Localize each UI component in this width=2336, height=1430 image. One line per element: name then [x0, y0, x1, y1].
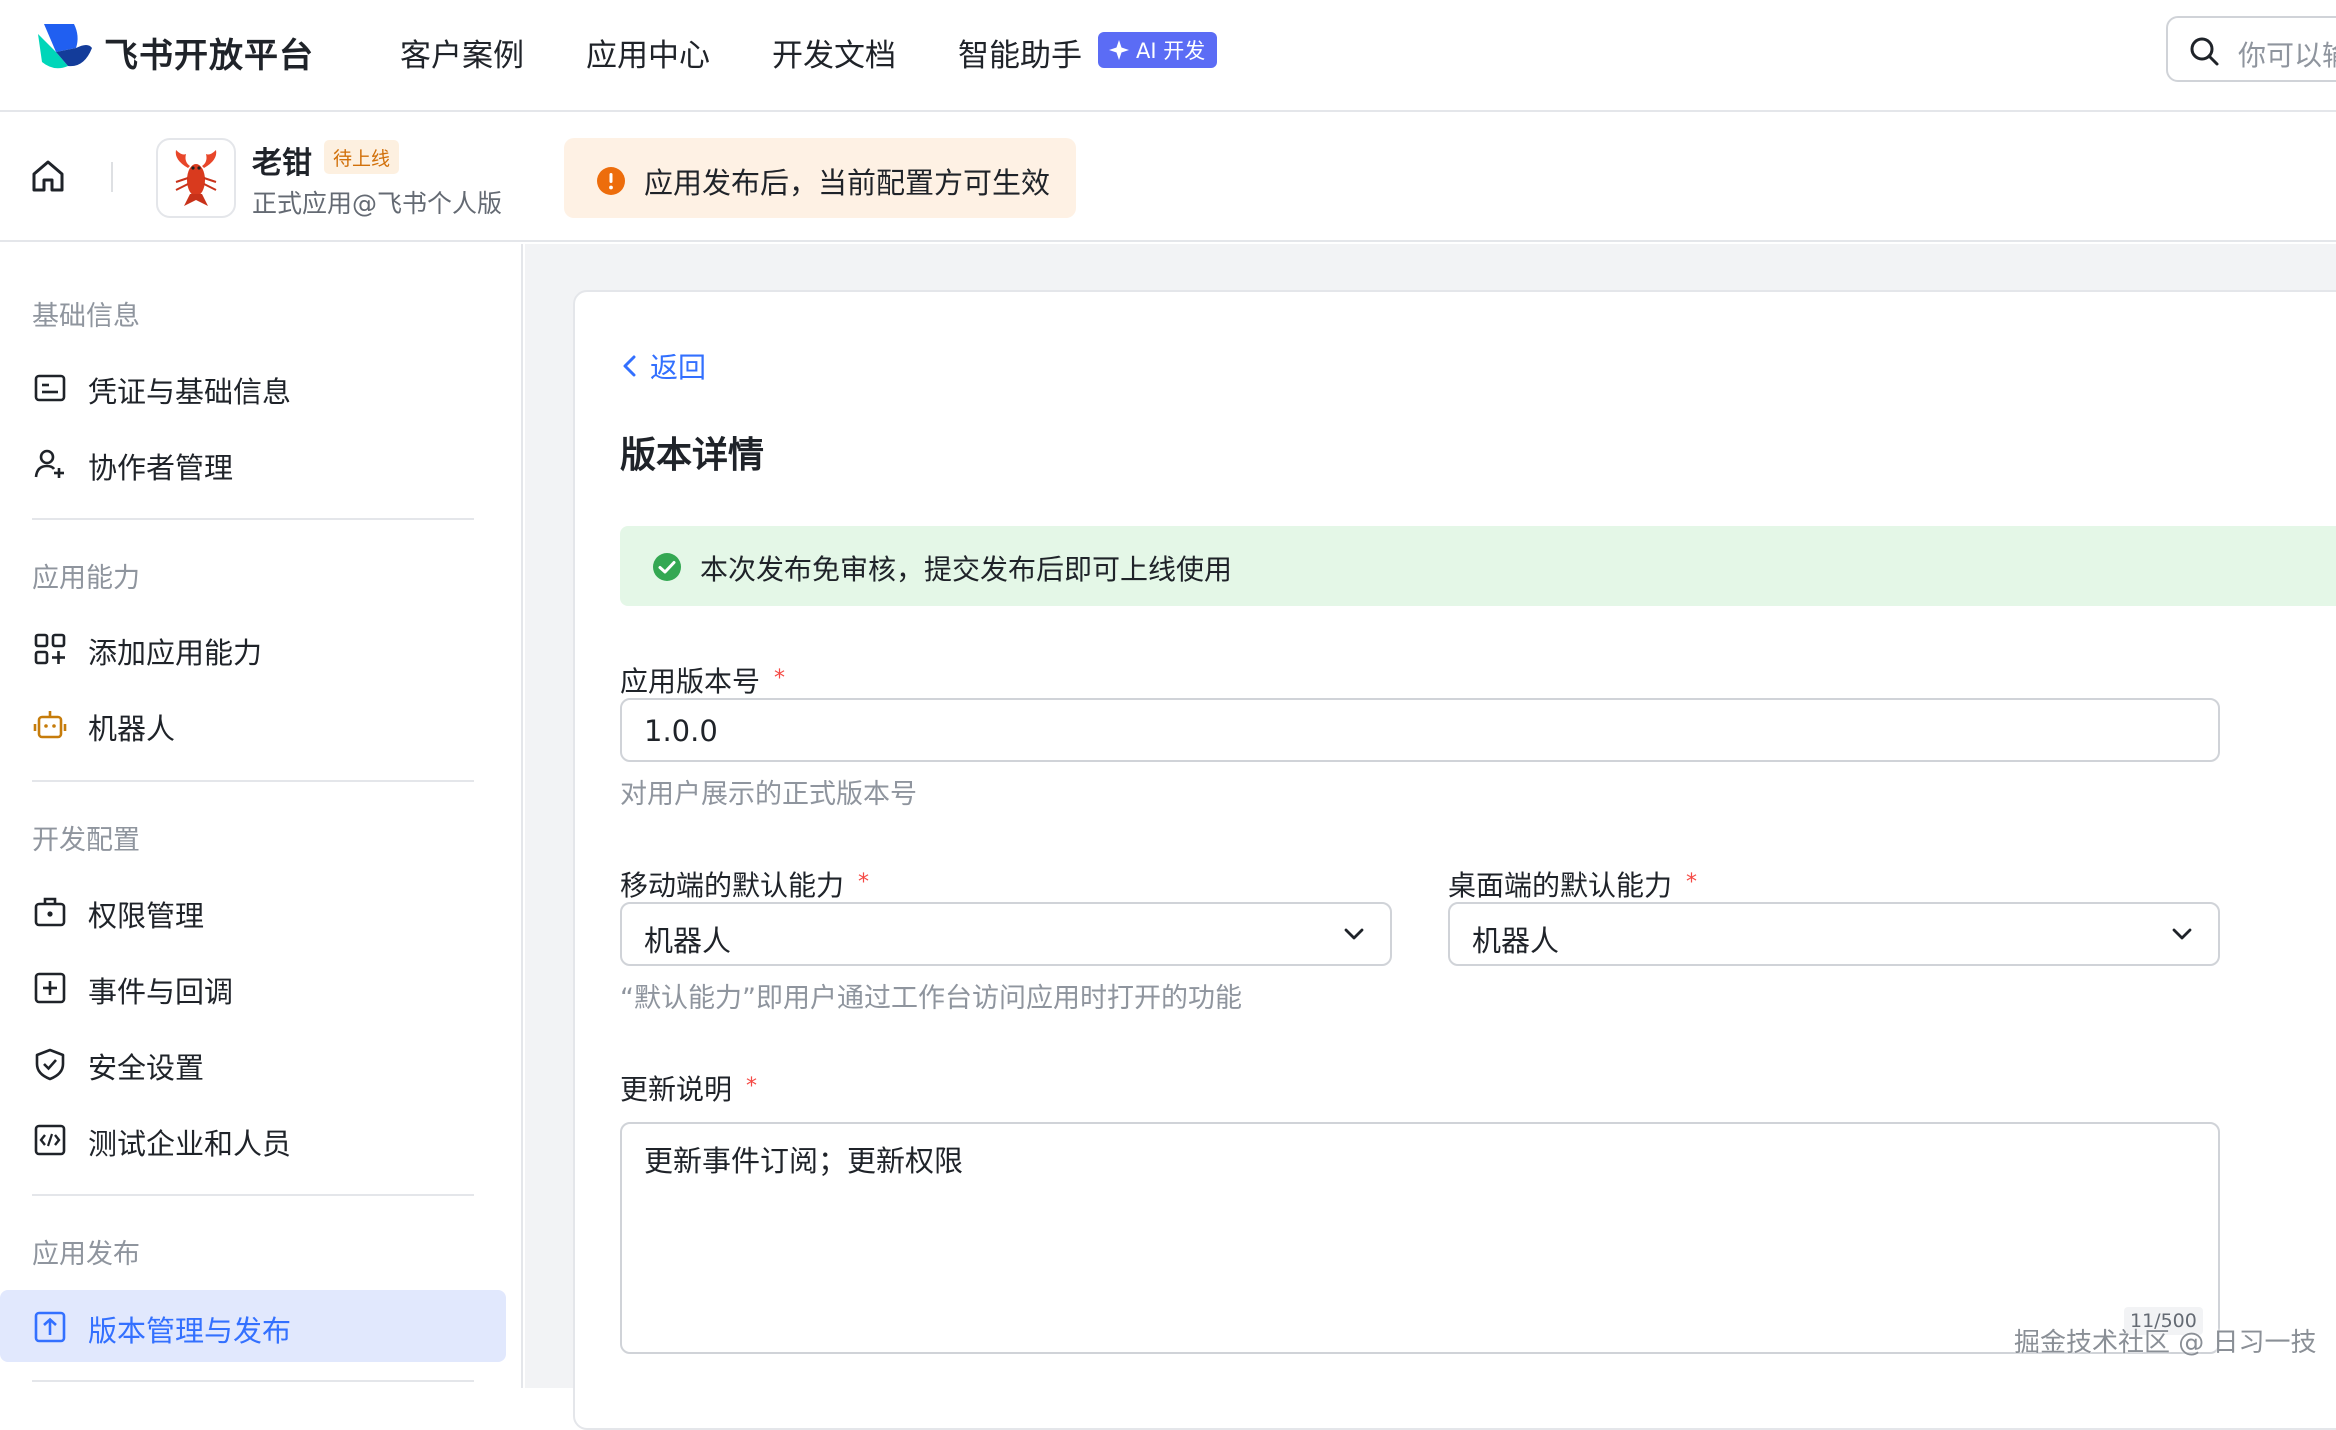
- top-navigation: 飞书开放平台 客户案例 应用中心 开发文档 智能助手 AI 开发 你可以输: [0, 0, 2336, 112]
- status-badge: 待上线: [324, 140, 400, 174]
- sidebar-section-dev-config: 开发配置: [32, 825, 140, 856]
- sidebar-item-security[interactable]: 安全设置: [0, 1027, 506, 1099]
- app-header: 老钳 待上线 正式应用@飞书个人版 应用发布后，当前配置方可生效: [0, 112, 2336, 242]
- sidebar-item-add-capability[interactable]: 添加应用能力: [0, 612, 506, 684]
- update-notes-textarea[interactable]: 更新事件订阅；更新权限: [620, 1122, 2220, 1354]
- check-circle-icon: [653, 553, 681, 581]
- nav-customer-cases[interactable]: 客户案例: [400, 30, 524, 75]
- sidebar-section-publish: 应用发布: [32, 1239, 140, 1270]
- search-placeholder: 你可以输: [2238, 39, 2336, 72]
- user-add-icon: [34, 449, 64, 478]
- version-field-label: 应用版本号 *: [620, 660, 785, 700]
- sidebar-item-events[interactable]: 事件与回调: [0, 951, 506, 1023]
- mobile-label-text: 移动端的默认能力: [620, 869, 845, 902]
- success-alert: 本次发布免审核，提交发布后即可上线使用: [620, 526, 2336, 606]
- feishu-logo-icon[interactable]: [34, 22, 94, 74]
- briefcase-lock-icon: [34, 897, 66, 927]
- sidebar-item-label: 测试企业和人员: [88, 1127, 292, 1161]
- chevron-down-icon: [1344, 928, 1364, 940]
- upload-icon: [34, 1311, 66, 1343]
- robot-icon: [33, 711, 67, 739]
- sidebar-section-capabilities: 应用能力: [32, 563, 140, 594]
- chevron-left-icon: [623, 355, 636, 377]
- sidebar-item-robot[interactable]: 机器人: [0, 688, 506, 760]
- sparkle-icon: [1109, 40, 1129, 60]
- notes-label-text: 更新说明: [620, 1073, 733, 1106]
- sidebar-item-version-publish[interactable]: 版本管理与发布: [0, 1290, 506, 1362]
- version-hint: 对用户展示的正式版本号: [620, 779, 917, 810]
- sidebar-item-label: 机器人: [88, 712, 176, 746]
- lobster-icon: [175, 150, 217, 206]
- back-label: 返回: [650, 351, 707, 384]
- sidebar-section-basic: 基础信息: [32, 301, 140, 332]
- sidebar-item-credentials[interactable]: 凭证与基础信息: [0, 351, 506, 423]
- app-avatar[interactable]: [156, 138, 236, 218]
- mobile-field-label: 移动端的默认能力 *: [620, 864, 869, 904]
- apps-add-icon: [34, 633, 66, 665]
- sidebar-item-label: 添加应用能力: [88, 636, 263, 670]
- ai-dev-label: AI 开发: [1136, 39, 1206, 63]
- sidebar-item-permissions[interactable]: 权限管理: [0, 875, 506, 947]
- id-card-icon: [34, 374, 66, 402]
- sidebar-item-label: 事件与回调: [88, 975, 234, 1009]
- app-type: 正式应用@飞书个人版: [252, 189, 503, 218]
- nav-smart-assistant[interactable]: 智能助手: [958, 30, 1082, 75]
- nav-dev-docs[interactable]: 开发文档: [772, 30, 896, 75]
- page-title: 版本详情: [620, 435, 765, 476]
- version-label-text: 应用版本号: [620, 665, 761, 698]
- back-link[interactable]: 返回: [620, 346, 706, 386]
- required-mark: *: [858, 870, 870, 895]
- mobile-select-value: 机器人: [644, 924, 732, 958]
- shield-icon: [35, 1048, 65, 1081]
- required-mark: *: [1686, 870, 1698, 895]
- sidebar-divider: [32, 1194, 474, 1196]
- ai-dev-badge[interactable]: AI 开发: [1098, 32, 1218, 68]
- desktop-select-value: 机器人: [1472, 924, 1560, 958]
- sidebar-item-label: 版本管理与发布: [88, 1314, 292, 1348]
- sidebar-divider: [32, 780, 474, 782]
- sidebar-item-test-enterprise[interactable]: 测试企业和人员: [0, 1103, 506, 1175]
- notice-text: 应用发布后，当前配置方可生效: [644, 166, 1051, 200]
- required-mark: *: [774, 666, 786, 691]
- version-input[interactable]: 1.0.0: [620, 698, 2220, 762]
- success-message: 本次发布免审核，提交发布后即可上线使用: [700, 553, 1233, 586]
- sidebar-item-label: 凭证与基础信息: [88, 375, 292, 409]
- event-add-icon: [34, 972, 66, 1004]
- mobile-default-select[interactable]: 机器人: [620, 902, 1392, 966]
- code-icon: [34, 1124, 66, 1156]
- home-icon[interactable]: [28, 156, 68, 196]
- desktop-field-label: 桌面端的默认能力 *: [1448, 864, 1697, 904]
- sidebar-divider: [32, 518, 474, 520]
- warning-icon: [597, 167, 625, 195]
- required-mark: *: [746, 1074, 758, 1099]
- sidebar: 基础信息 凭证与基础信息 协作者管理 应用能力 添加应用能力 机器人 开发配置 …: [0, 244, 523, 1388]
- desktop-label-text: 桌面端的默认能力: [1448, 869, 1673, 902]
- publish-notice: 应用发布后，当前配置方可生效: [564, 138, 1076, 218]
- header-divider: [111, 162, 113, 192]
- search-input[interactable]: 你可以输: [2166, 16, 2336, 82]
- watermark: 掘金技术社区 @ 日习一技: [2014, 1328, 2317, 1358]
- app-name: 老钳: [252, 146, 312, 181]
- nav-app-center[interactable]: 应用中心: [586, 30, 710, 75]
- notes-field-label: 更新说明 *: [620, 1068, 757, 1108]
- desktop-default-select[interactable]: 机器人: [1448, 902, 2220, 966]
- brand-title[interactable]: 飞书开放平台: [104, 28, 314, 77]
- default-capability-hint: “默认能力”即用户通过工作台访问应用时打开的功能: [620, 983, 1242, 1014]
- sidebar-item-label: 权限管理: [88, 899, 205, 933]
- chevron-down-icon: [2172, 928, 2192, 940]
- sidebar-item-label: 协作者管理: [88, 451, 234, 485]
- sidebar-item-collaborators[interactable]: 协作者管理: [0, 427, 506, 499]
- search-icon: [2190, 37, 2219, 66]
- sidebar-item-label: 安全设置: [88, 1051, 205, 1085]
- sidebar-divider: [32, 1380, 474, 1382]
